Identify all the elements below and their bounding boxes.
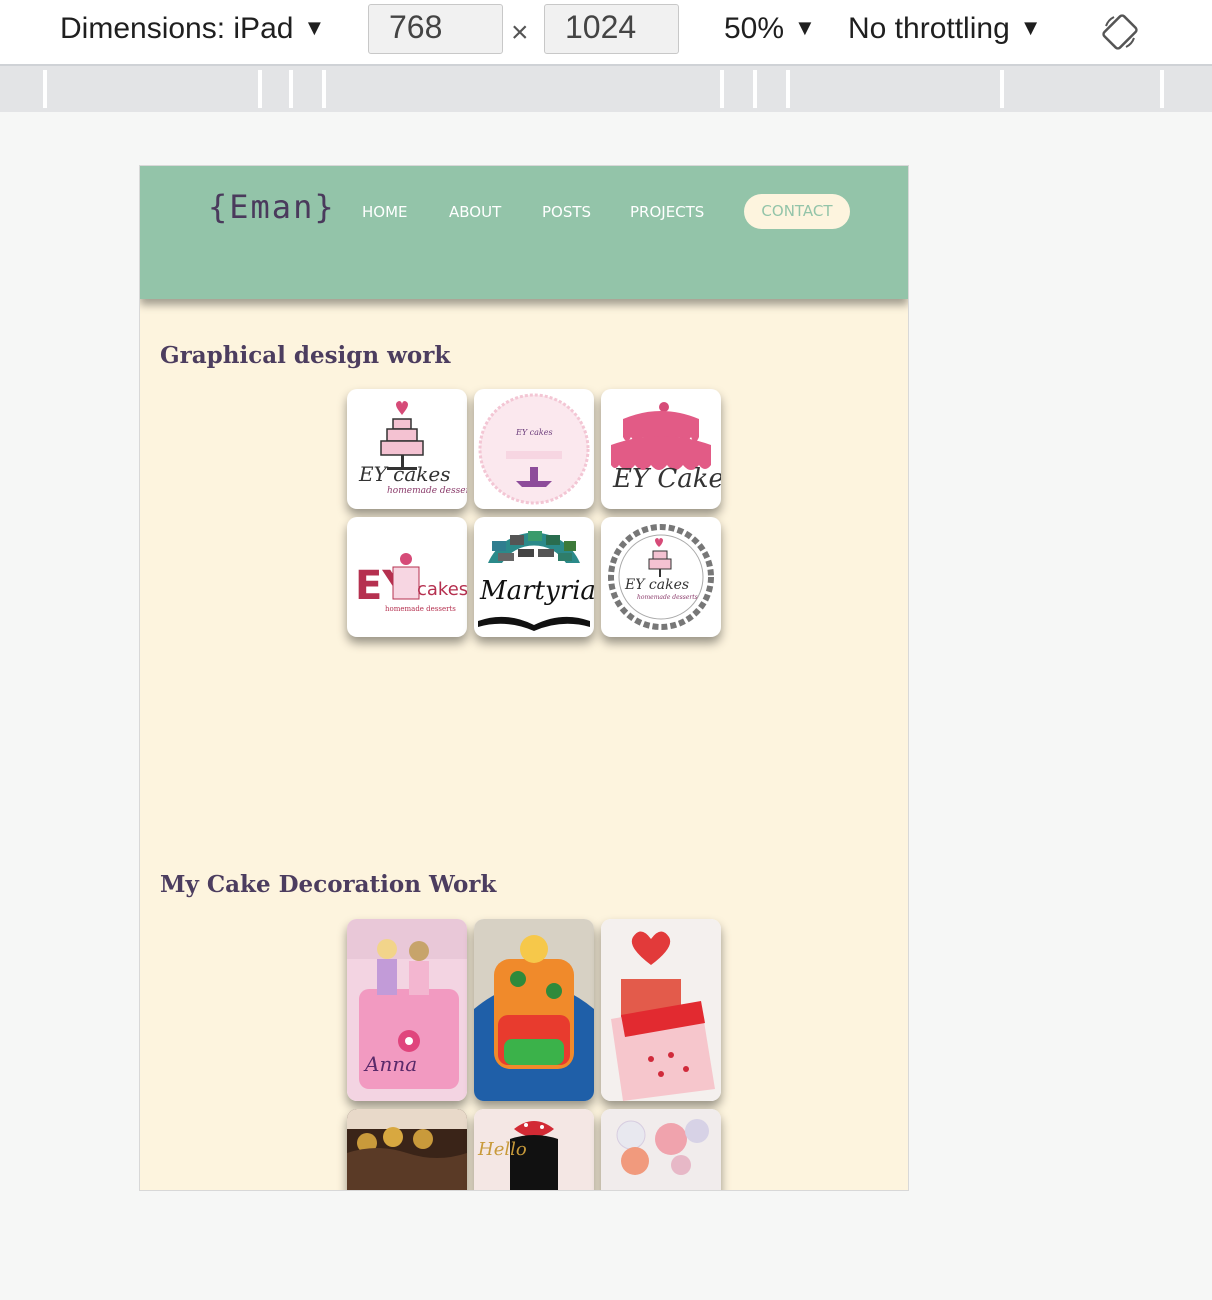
media-query-divider [786,70,790,108]
tile-text: Anna [363,1052,417,1076]
tile-text: EY cakes [358,462,451,486]
tile-subtext: homemade desserts [387,486,467,496]
ey-cakes-drip-logo-icon[interactable]: EY Cakes [601,389,721,509]
minnie-cake-photo-icon[interactable]: Hello [474,1109,594,1190]
tile-text: Hello [477,1139,527,1160]
throttling-label: No throttling [848,12,1010,45]
site-header: {Eman} HOME ABOUT POSTS PROJECTS CONTACT [140,166,908,299]
tile-text: Martyria [479,576,594,606]
width-input[interactable]: 768 [368,4,503,54]
balloon-cake-photo-icon[interactable] [601,1109,721,1190]
media-query-divider [322,70,326,108]
nav-projects[interactable]: PROJECTS [630,203,704,221]
site-logo[interactable]: {Eman} [208,188,336,226]
contact-button[interactable]: CONTACT [744,194,850,229]
media-query-bar[interactable] [0,66,1212,112]
dropdown-arrow-icon: ▼ [303,15,326,40]
media-query-divider [720,70,724,108]
nav-about[interactable]: ABOUT [449,203,501,221]
nav-home[interactable]: HOME [362,203,408,221]
media-query-divider [1000,70,1004,108]
nav-posts[interactable]: POSTS [542,203,591,221]
media-query-divider [289,70,293,108]
tile-text: EY Cakes [612,464,721,494]
dimensions-dropdown[interactable]: Dimensions: iPad ▼ [60,12,325,46]
princess-cake-photo-icon[interactable]: Anna [347,919,467,1101]
heart-cake-photo-icon[interactable] [601,919,721,1101]
martyria-logo-icon[interactable]: Martyria [474,517,594,637]
ey-cakes-pink-logo-icon[interactable]: EY cakes homemade desserts [347,517,467,637]
media-query-divider [43,70,47,108]
ey-cakes-logo-icon[interactable]: EY cakes homemade desserts [347,389,467,509]
device-viewport: {Eman} HOME ABOUT POSTS PROJECTS CONTACT… [139,165,909,1191]
tile-text: EY cakes [624,577,689,593]
zoom-label: 50% [724,12,785,45]
zoom-dropdown[interactable]: 50% ▼ [724,12,816,46]
media-query-divider [753,70,757,108]
tropical-cake-photo-icon[interactable] [474,919,594,1101]
media-query-divider [258,70,262,108]
throttling-dropdown[interactable]: No throttling ▼ [848,12,1042,46]
ey-cakes-badge-logo-icon[interactable]: EY cakes homemade desserts [601,517,721,637]
chocolate-cake-photo-icon[interactable] [347,1109,467,1190]
tile-subtext: homemade desserts [637,594,698,601]
dropdown-arrow-icon: ▼ [1019,15,1042,40]
rotate-icon[interactable] [1100,12,1140,52]
tile-text-2: cakes [417,579,467,600]
media-query-divider [1160,70,1164,108]
graphic-design-title: Graphical design work [160,342,451,369]
tile-text: EY cakes [515,428,553,437]
dropdown-arrow-icon: ▼ [794,15,816,40]
dimensions-label: Dimensions: iPad [60,12,294,45]
tile-subtext: homemade desserts [385,605,456,613]
cake-decoration-title: My Cake Decoration Work [160,871,497,898]
ey-cakes-round-logo-icon[interactable]: EY cakes [474,389,594,509]
height-input[interactable]: 1024 [544,4,679,54]
times-icon: × [511,16,529,49]
devtools-toolbar: Dimensions: iPad ▼ 768 × 1024 50% ▼ No thr… [0,0,1212,66]
